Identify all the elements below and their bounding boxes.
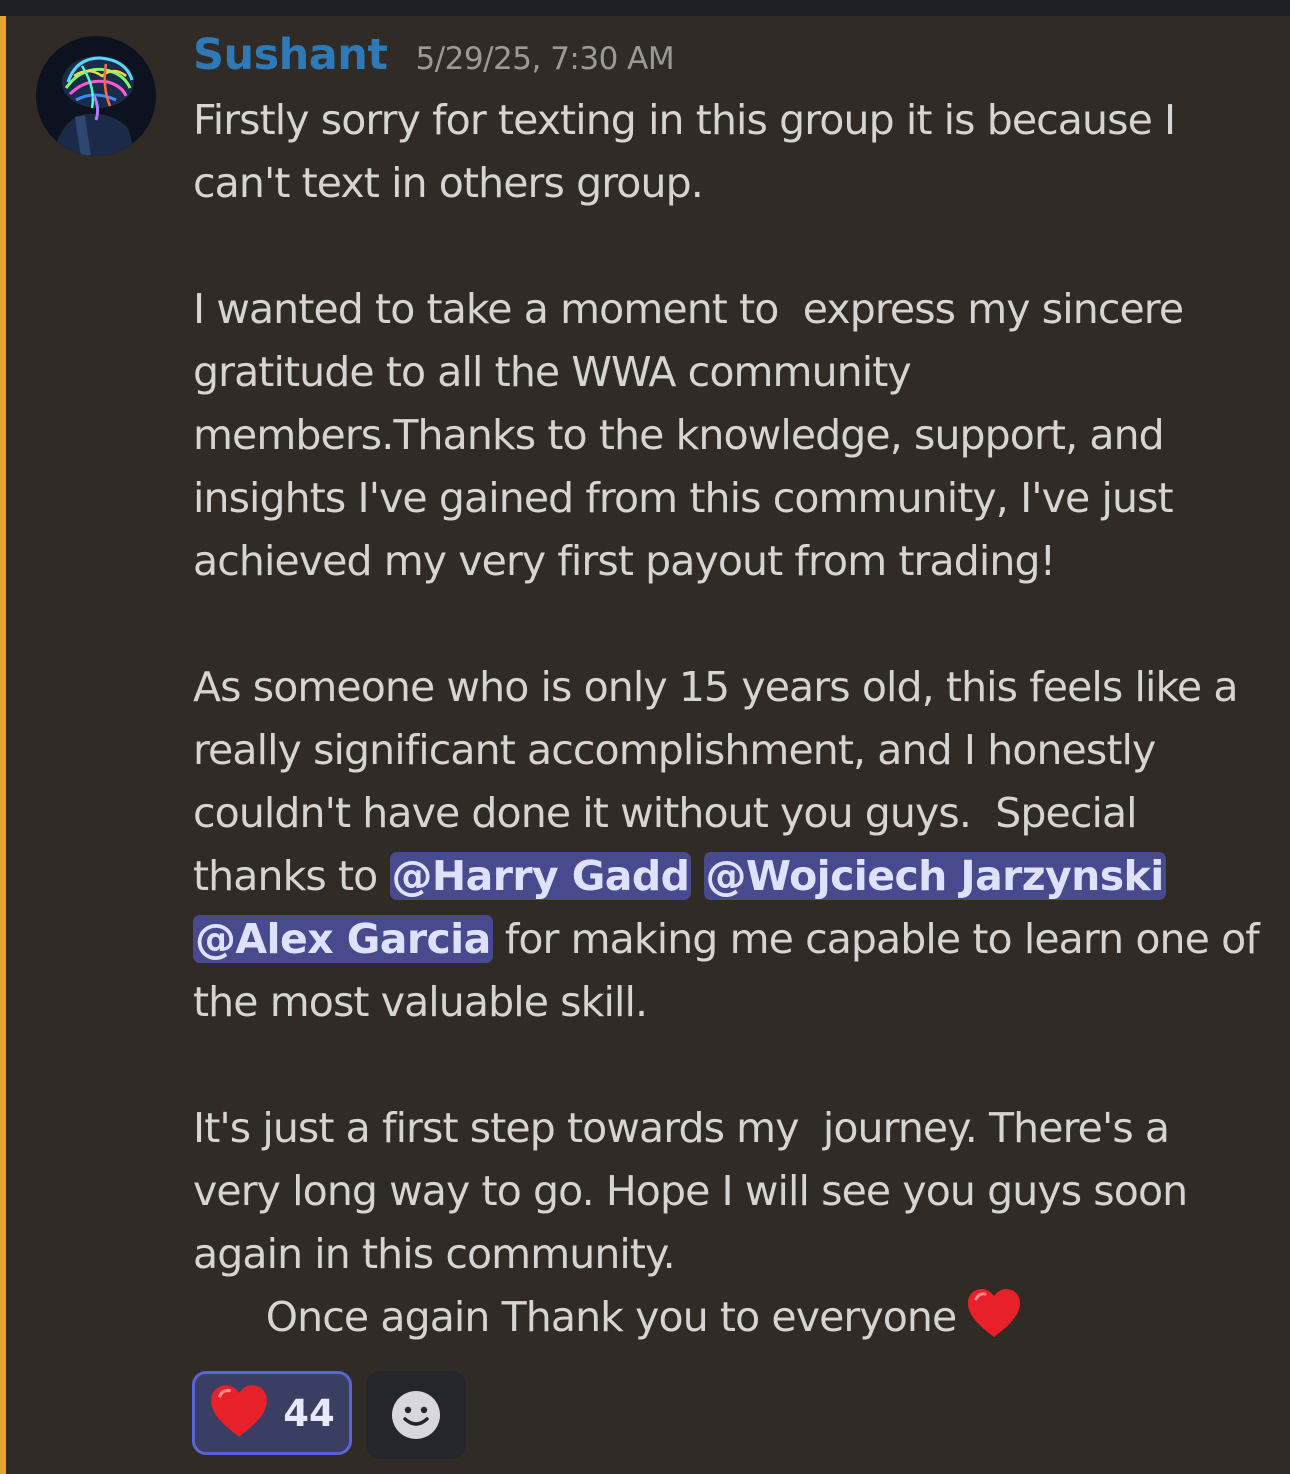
message-line: the most valuable skill.: [193, 978, 648, 1026]
message-header: Sushant 5/29/25, 7:30 AM: [193, 30, 675, 82]
message-line: really significant accomplishment, and I…: [193, 726, 1156, 774]
message-line-with-mentions: thanks to @Harry Gadd @Wojciech Jarzynsk…: [193, 845, 1273, 908]
message-text: Once again Thank you to everyone: [193, 1293, 957, 1341]
chat-message[interactable]: Sushant 5/29/25, 7:30 AM Firstly sorry f…: [0, 16, 1290, 1474]
message-line-with-mentions: @Alex Garcia for making me capable to le…: [193, 908, 1273, 971]
red-heart-icon: [209, 1383, 269, 1443]
mention-harry-gadd[interactable]: @Harry Gadd: [389, 852, 692, 900]
mention-highlight-bar: [0, 16, 6, 1474]
author-name[interactable]: Sushant: [193, 30, 388, 80]
message-line-with-emoji: Once again Thank you to everyone: [193, 1286, 1273, 1349]
reaction-heart-button[interactable]: 44: [192, 1371, 352, 1455]
message-line: can't text in others group.: [193, 159, 704, 207]
reaction-count: 44: [283, 1391, 335, 1435]
message-line: Firstly sorry for texting in this group …: [193, 96, 1176, 144]
message-line: As someone who is only 15 years old, thi…: [193, 663, 1238, 711]
mention-alex-garcia[interactable]: @Alex Garcia: [193, 915, 493, 963]
message-line: couldn't have done it without you guys. …: [193, 789, 1138, 837]
mention-wojciech-jarzynski[interactable]: @Wojciech Jarzynski: [703, 852, 1166, 900]
message-content: Firstly sorry for texting in this group …: [193, 89, 1273, 1349]
red-heart-icon: [966, 1287, 1022, 1339]
top-bar: [0, 0, 1290, 16]
add-reaction-button[interactable]: [366, 1371, 466, 1459]
message-line: gratitude to all the WWA community: [193, 348, 912, 396]
message-text: for making me capable to learn one of: [492, 915, 1260, 963]
brain-avatar-icon: [36, 36, 156, 156]
message-line: It's just a first step towards my journe…: [193, 1104, 1170, 1152]
message-line: I wanted to take a moment to express my …: [193, 285, 1184, 333]
message-text: thanks to: [193, 852, 390, 900]
message-line: very long way to go. Hope I will see you…: [193, 1167, 1188, 1215]
avatar[interactable]: [36, 36, 156, 156]
message-timestamp[interactable]: 5/29/25, 7:30 AM: [415, 41, 674, 77]
message-line: members.Thanks to the knowledge, support…: [193, 411, 1165, 459]
reactions-bar: 44: [192, 1371, 466, 1459]
smiley-icon: [392, 1391, 440, 1439]
message-line: achieved my very first payout from tradi…: [193, 537, 1056, 585]
message-line: insights I've gained from this community…: [193, 474, 1174, 522]
message-line: again in this community.: [193, 1230, 676, 1278]
